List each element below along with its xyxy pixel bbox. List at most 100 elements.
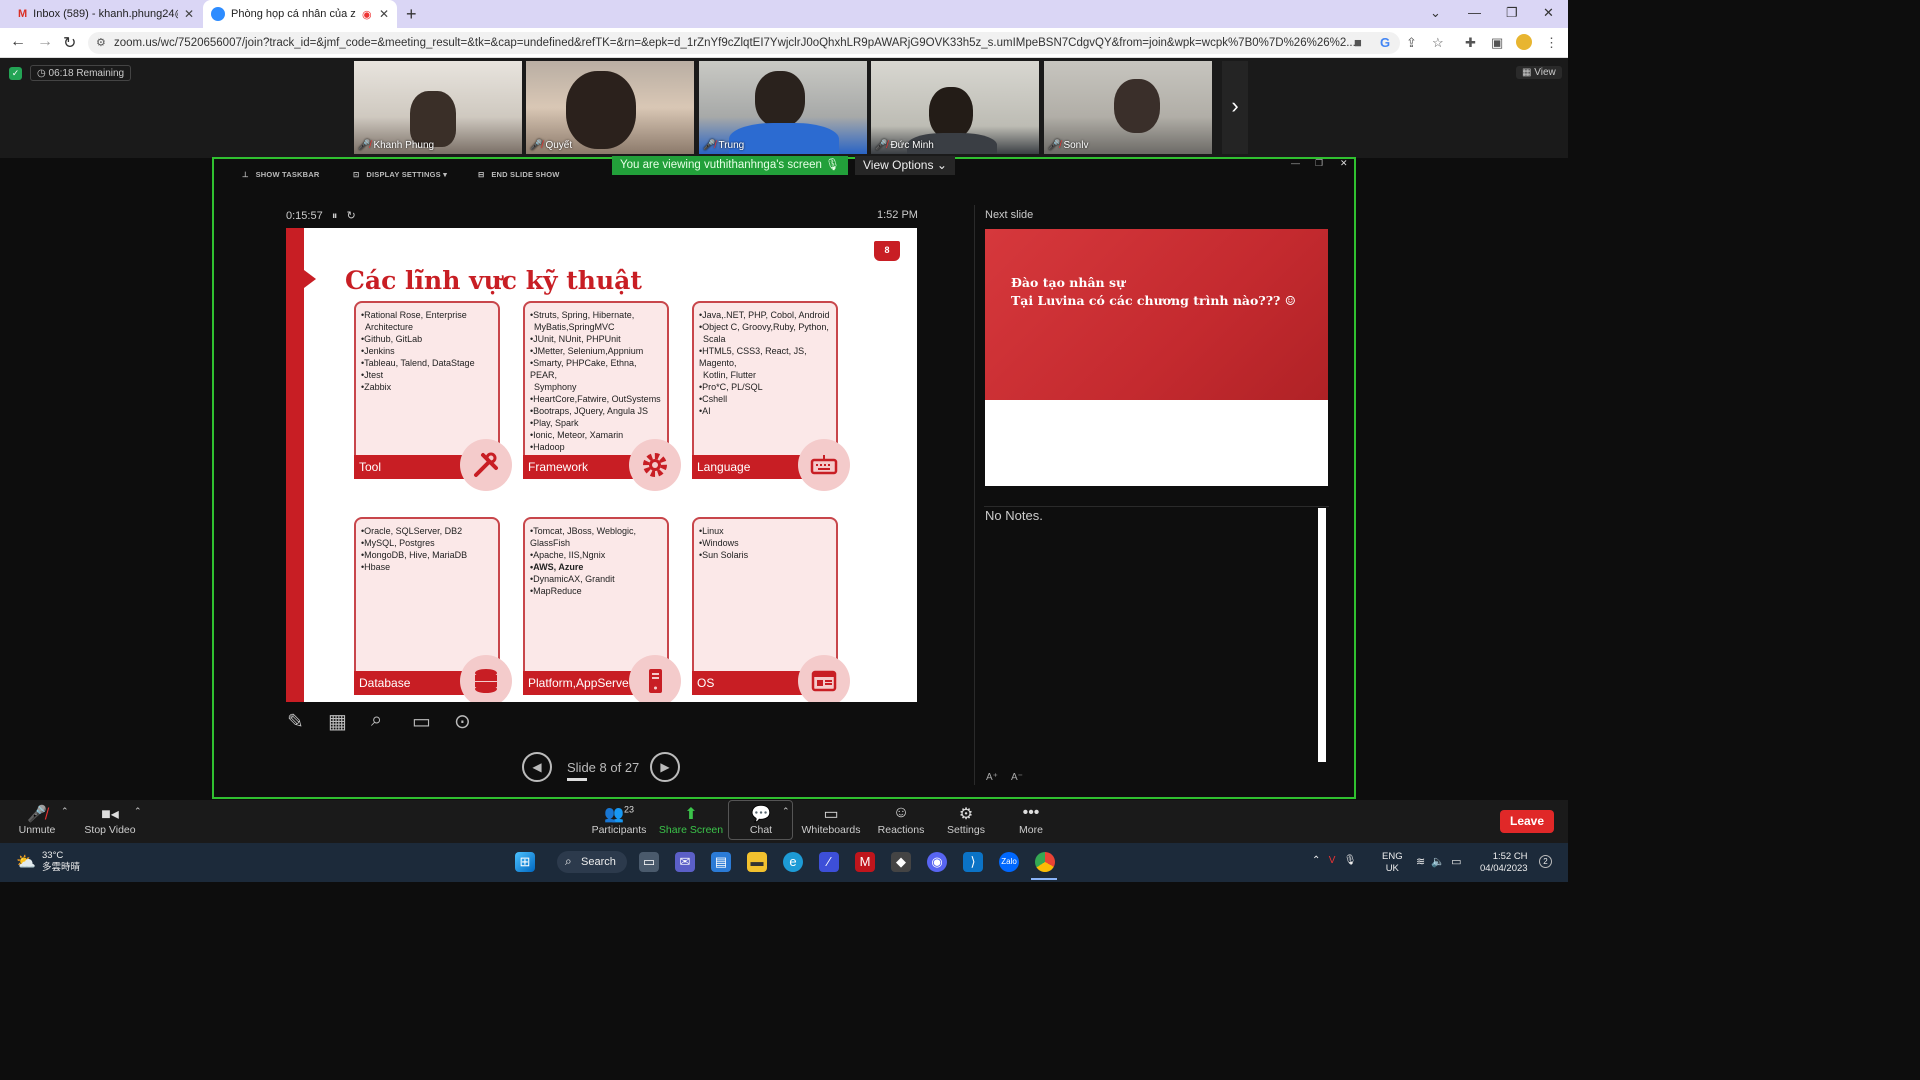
next-slide-preview[interactable]: Đào tạo nhân sự Tại Luvina có các chương…: [985, 229, 1328, 486]
notification-badge[interactable]: 2: [1539, 855, 1552, 868]
previous-slide-button[interactable]: ◀: [522, 752, 552, 782]
share-screen-icon: ⬆: [684, 806, 698, 823]
avatar[interactable]: [1516, 34, 1532, 50]
min-share-icon[interactable]: —: [1291, 158, 1300, 168]
preview-text: Đào tạo nhân sự Tại Luvina có các chương…: [1011, 275, 1296, 308]
vscode-icon[interactable]: ⟩: [963, 852, 983, 872]
teams-chat-icon[interactable]: ✉: [675, 852, 695, 872]
windows-start-icon[interactable]: ⊞: [515, 852, 535, 872]
keyboard-icon: [798, 439, 850, 491]
close-tab-icon[interactable]: ✕: [379, 7, 389, 21]
chat-options-icon[interactable]: ⌃: [782, 806, 790, 817]
time-remaining: ◷ 06:18 Remaining: [30, 65, 132, 81]
decrease-font-icon[interactable]: A⁻: [1011, 772, 1023, 783]
chrome-icon[interactable]: [1035, 852, 1055, 872]
slide-red-bar: [286, 228, 304, 702]
security-shield-icon[interactable]: ✓: [9, 67, 22, 80]
end-show-icon: ⊟: [478, 170, 485, 179]
weather-widget[interactable]: 33°C 多雲時晴: [42, 850, 80, 874]
next-participants-button[interactable]: ›: [1222, 61, 1248, 154]
view-button[interactable]: ▦ View: [1516, 66, 1562, 79]
card-tool: •Rational Rose, Enterprise Architecture •…: [354, 301, 512, 491]
card-list: •Struts, Spring, Hibernate, MyBatis,Spri…: [530, 310, 661, 452]
extensions-icon[interactable]: ✚: [1465, 35, 1476, 51]
audio-options-icon[interactable]: ⌃: [61, 806, 69, 817]
file-explorer-icon[interactable]: ▬: [747, 852, 767, 872]
weather-icon[interactable]: ⛅: [16, 852, 36, 872]
pen-icon[interactable]: ✎: [287, 709, 304, 734]
view-options-dropdown[interactable]: View Options ⌄: [855, 156, 955, 175]
reactions-button[interactable]: ☺ Reactions: [866, 804, 936, 836]
store-icon[interactable]: ▤: [711, 852, 731, 872]
more-button[interactable]: ••• More: [996, 804, 1066, 836]
settings-button[interactable]: ⚙ Settings: [931, 804, 1001, 836]
participant-tile[interactable]: 🎤̸ Đức Minh: [871, 61, 1039, 154]
leave-button[interactable]: Leave: [1500, 810, 1554, 833]
reload-icon[interactable]: ↻: [63, 33, 76, 53]
participant-tile[interactable]: 🎤̸ Sonlv: [1044, 61, 1212, 154]
address-bar[interactable]: zoom.us/wc/7520656007/join?track_id=&jmf…: [88, 32, 1400, 54]
zalo-icon[interactable]: Zalo: [999, 852, 1019, 872]
mic-icon: 🎙: [1343, 855, 1357, 866]
new-tab-button[interactable]: +: [406, 4, 417, 25]
back-icon[interactable]: ←: [10, 33, 26, 51]
next-slide-button[interactable]: ▶: [650, 752, 680, 782]
sidebar-icon[interactable]: ▣: [1491, 35, 1503, 51]
more-options-icon[interactable]: ⊙: [454, 709, 471, 734]
pointer-screen-icon[interactable]: ▭: [412, 709, 431, 734]
participant-tile[interactable]: 🎤̸ Trung: [699, 61, 867, 154]
whiteboards-button[interactable]: ▭ Whiteboards: [796, 804, 866, 836]
close-tab-icon[interactable]: ✕: [184, 7, 194, 21]
mcafee-icon[interactable]: M: [855, 852, 875, 872]
forward-icon[interactable]: →: [37, 33, 53, 51]
system-tray[interactable]: ⌃ V 🎙: [1312, 855, 1356, 866]
unity-icon[interactable]: ◆: [891, 852, 911, 872]
participant-tile[interactable]: 🎤̸ Quyết: [526, 61, 694, 154]
google-icon[interactable]: G: [1380, 35, 1390, 50]
site-info-icon[interactable]: ⚙: [96, 36, 106, 49]
notes-scrollbar[interactable]: [1318, 508, 1326, 762]
restore-share-icon[interactable]: ❐: [1315, 158, 1323, 169]
participants-button[interactable]: 👥23 Participants: [584, 804, 654, 836]
display-settings-button[interactable]: ⊡ DISPLAY SETTINGS ▾: [353, 170, 447, 179]
tab-zoom[interactable]: Phòng họp cá nhân của zoom ◉ ✕: [203, 0, 397, 28]
card-language: •Java,.NET, PHP, Cobol, Android •Object C…: [692, 301, 850, 491]
discord-icon[interactable]: ◉: [927, 852, 947, 872]
tab-title: Inbox (589) - khanh.phung24@st: [33, 8, 178, 20]
maximize-button[interactable]: ❐: [1506, 5, 1518, 21]
participant-name: Quyết: [545, 140, 573, 151]
viewing-banner: You are viewing vuthithanhnga's screen 🎙: [612, 156, 848, 175]
share-icon[interactable]: ⇪: [1406, 35, 1417, 51]
taskbar-clock[interactable]: 1:52 CH 04/04/2023: [1480, 851, 1528, 875]
close-window-button[interactable]: ✕: [1543, 5, 1554, 21]
muted-mic-icon: 🎤̸: [1048, 140, 1061, 151]
task-view-icon[interactable]: ▭: [639, 852, 659, 872]
language-indicator[interactable]: ENG UK: [1382, 851, 1403, 875]
video-options-icon[interactable]: ⌃: [134, 806, 142, 817]
share-screen-button[interactable]: ⬆ Share Screen: [656, 804, 726, 836]
menu-icon[interactable]: ⋮: [1545, 35, 1558, 51]
pause-icon[interactable]: ⏸: [332, 210, 338, 222]
card-platform: •Tomcat, JBoss, Weblogic, GlassFish •Apac…: [523, 517, 681, 702]
participant-tile[interactable]: 🎤̸ Khanh Phung: [354, 61, 522, 154]
gear-icon: [629, 439, 681, 491]
slide-grid-icon[interactable]: ▦: [328, 709, 347, 734]
zoom-search-icon[interactable]: ⌕: [371, 709, 382, 732]
tab-search-icon[interactable]: ⌄: [1430, 5, 1441, 21]
close-share-icon[interactable]: ✕: [1340, 158, 1348, 169]
database-icon: [460, 655, 512, 702]
bookmark-star-icon[interactable]: ☆: [1432, 35, 1444, 51]
restart-icon[interactable]: ↻: [347, 210, 356, 222]
tab-gmail[interactable]: M Inbox (589) - khanh.phung24@st ✕: [10, 0, 202, 28]
url-text: zoom.us/wc/7520656007/join?track_id=&jmf…: [114, 37, 1356, 49]
camera-icon[interactable]: ■: [1354, 35, 1362, 50]
end-show-button[interactable]: ⊟ END SLIDE SHOW: [478, 170, 560, 179]
window-icon: [798, 655, 850, 702]
edge-icon[interactable]: e: [783, 852, 803, 872]
wifi-icon[interactable]: ≋ 🔈 ▭: [1416, 855, 1462, 868]
increase-font-icon[interactable]: A⁺: [986, 772, 998, 783]
current-slide: 8 Các lĩnh vực kỹ thuật •Rational Rose, …: [286, 228, 917, 702]
app-icon[interactable]: ⁄: [819, 852, 839, 872]
minimize-button[interactable]: —: [1468, 5, 1481, 20]
show-taskbar-button[interactable]: ⊥ SHOW TASKBAR: [242, 170, 320, 179]
